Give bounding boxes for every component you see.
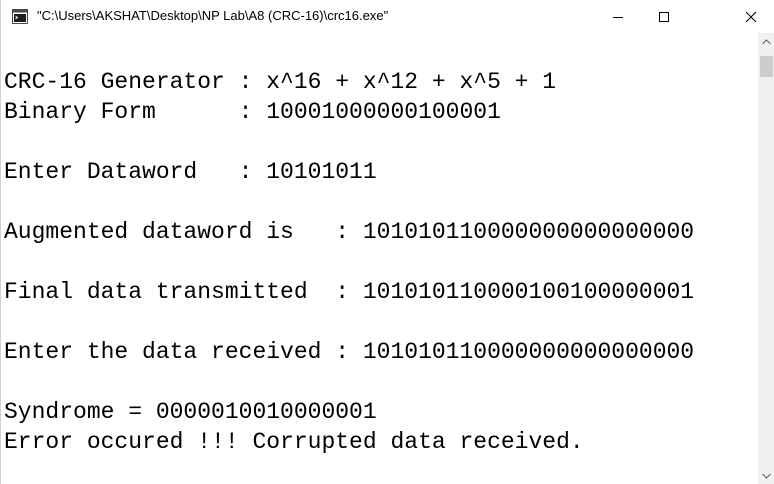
minimize-icon bbox=[613, 16, 623, 18]
console-line-error: Error occured !!! Corrupted data receive… bbox=[4, 429, 584, 455]
minimize-button[interactable] bbox=[595, 0, 641, 33]
close-button[interactable] bbox=[727, 0, 774, 33]
console-line-generator: CRC-16 Generator : x^16 + x^12 + x^5 + 1 bbox=[4, 69, 557, 95]
chevron-down-icon bbox=[762, 473, 771, 479]
console-line-received: Enter the data received : 10101011000000… bbox=[4, 339, 695, 365]
console-window: "C:\Users\AKSHAT\Desktop\NP Lab\A8 (CRC-… bbox=[0, 0, 774, 484]
console-line-augmented: Augmented dataword is : 1010101100000000… bbox=[4, 219, 695, 245]
close-icon bbox=[745, 11, 757, 22]
scroll-up-button[interactable] bbox=[758, 33, 774, 50]
chevron-up-icon bbox=[762, 38, 771, 44]
maximize-button[interactable] bbox=[641, 0, 687, 33]
title-bar[interactable]: "C:\Users\AKSHAT\Desktop\NP Lab\A8 (CRC-… bbox=[1, 0, 774, 33]
maximize-icon bbox=[659, 11, 669, 22]
console-output[interactable]: CRC-16 Generator : x^16 + x^12 + x^5 + 1… bbox=[1, 33, 758, 484]
scrollbar-thumb[interactable] bbox=[760, 56, 773, 77]
console-line-binary-form: Binary Form : 10001000000100001 bbox=[4, 99, 501, 125]
vertical-scrollbar[interactable] bbox=[758, 33, 774, 484]
scroll-down-button[interactable] bbox=[758, 467, 774, 484]
console-line-transmitted: Final data transmitted : 101010110000100… bbox=[4, 279, 695, 305]
window-title: "C:\Users\AKSHAT\Desktop\NP Lab\A8 (CRC-… bbox=[37, 8, 389, 23]
console-line-syndrome: Syndrome = 0000010010000001 bbox=[4, 399, 377, 425]
console-app-icon bbox=[12, 9, 28, 24]
console-line-dataword: Enter Dataword : 10101011 bbox=[4, 159, 377, 185]
